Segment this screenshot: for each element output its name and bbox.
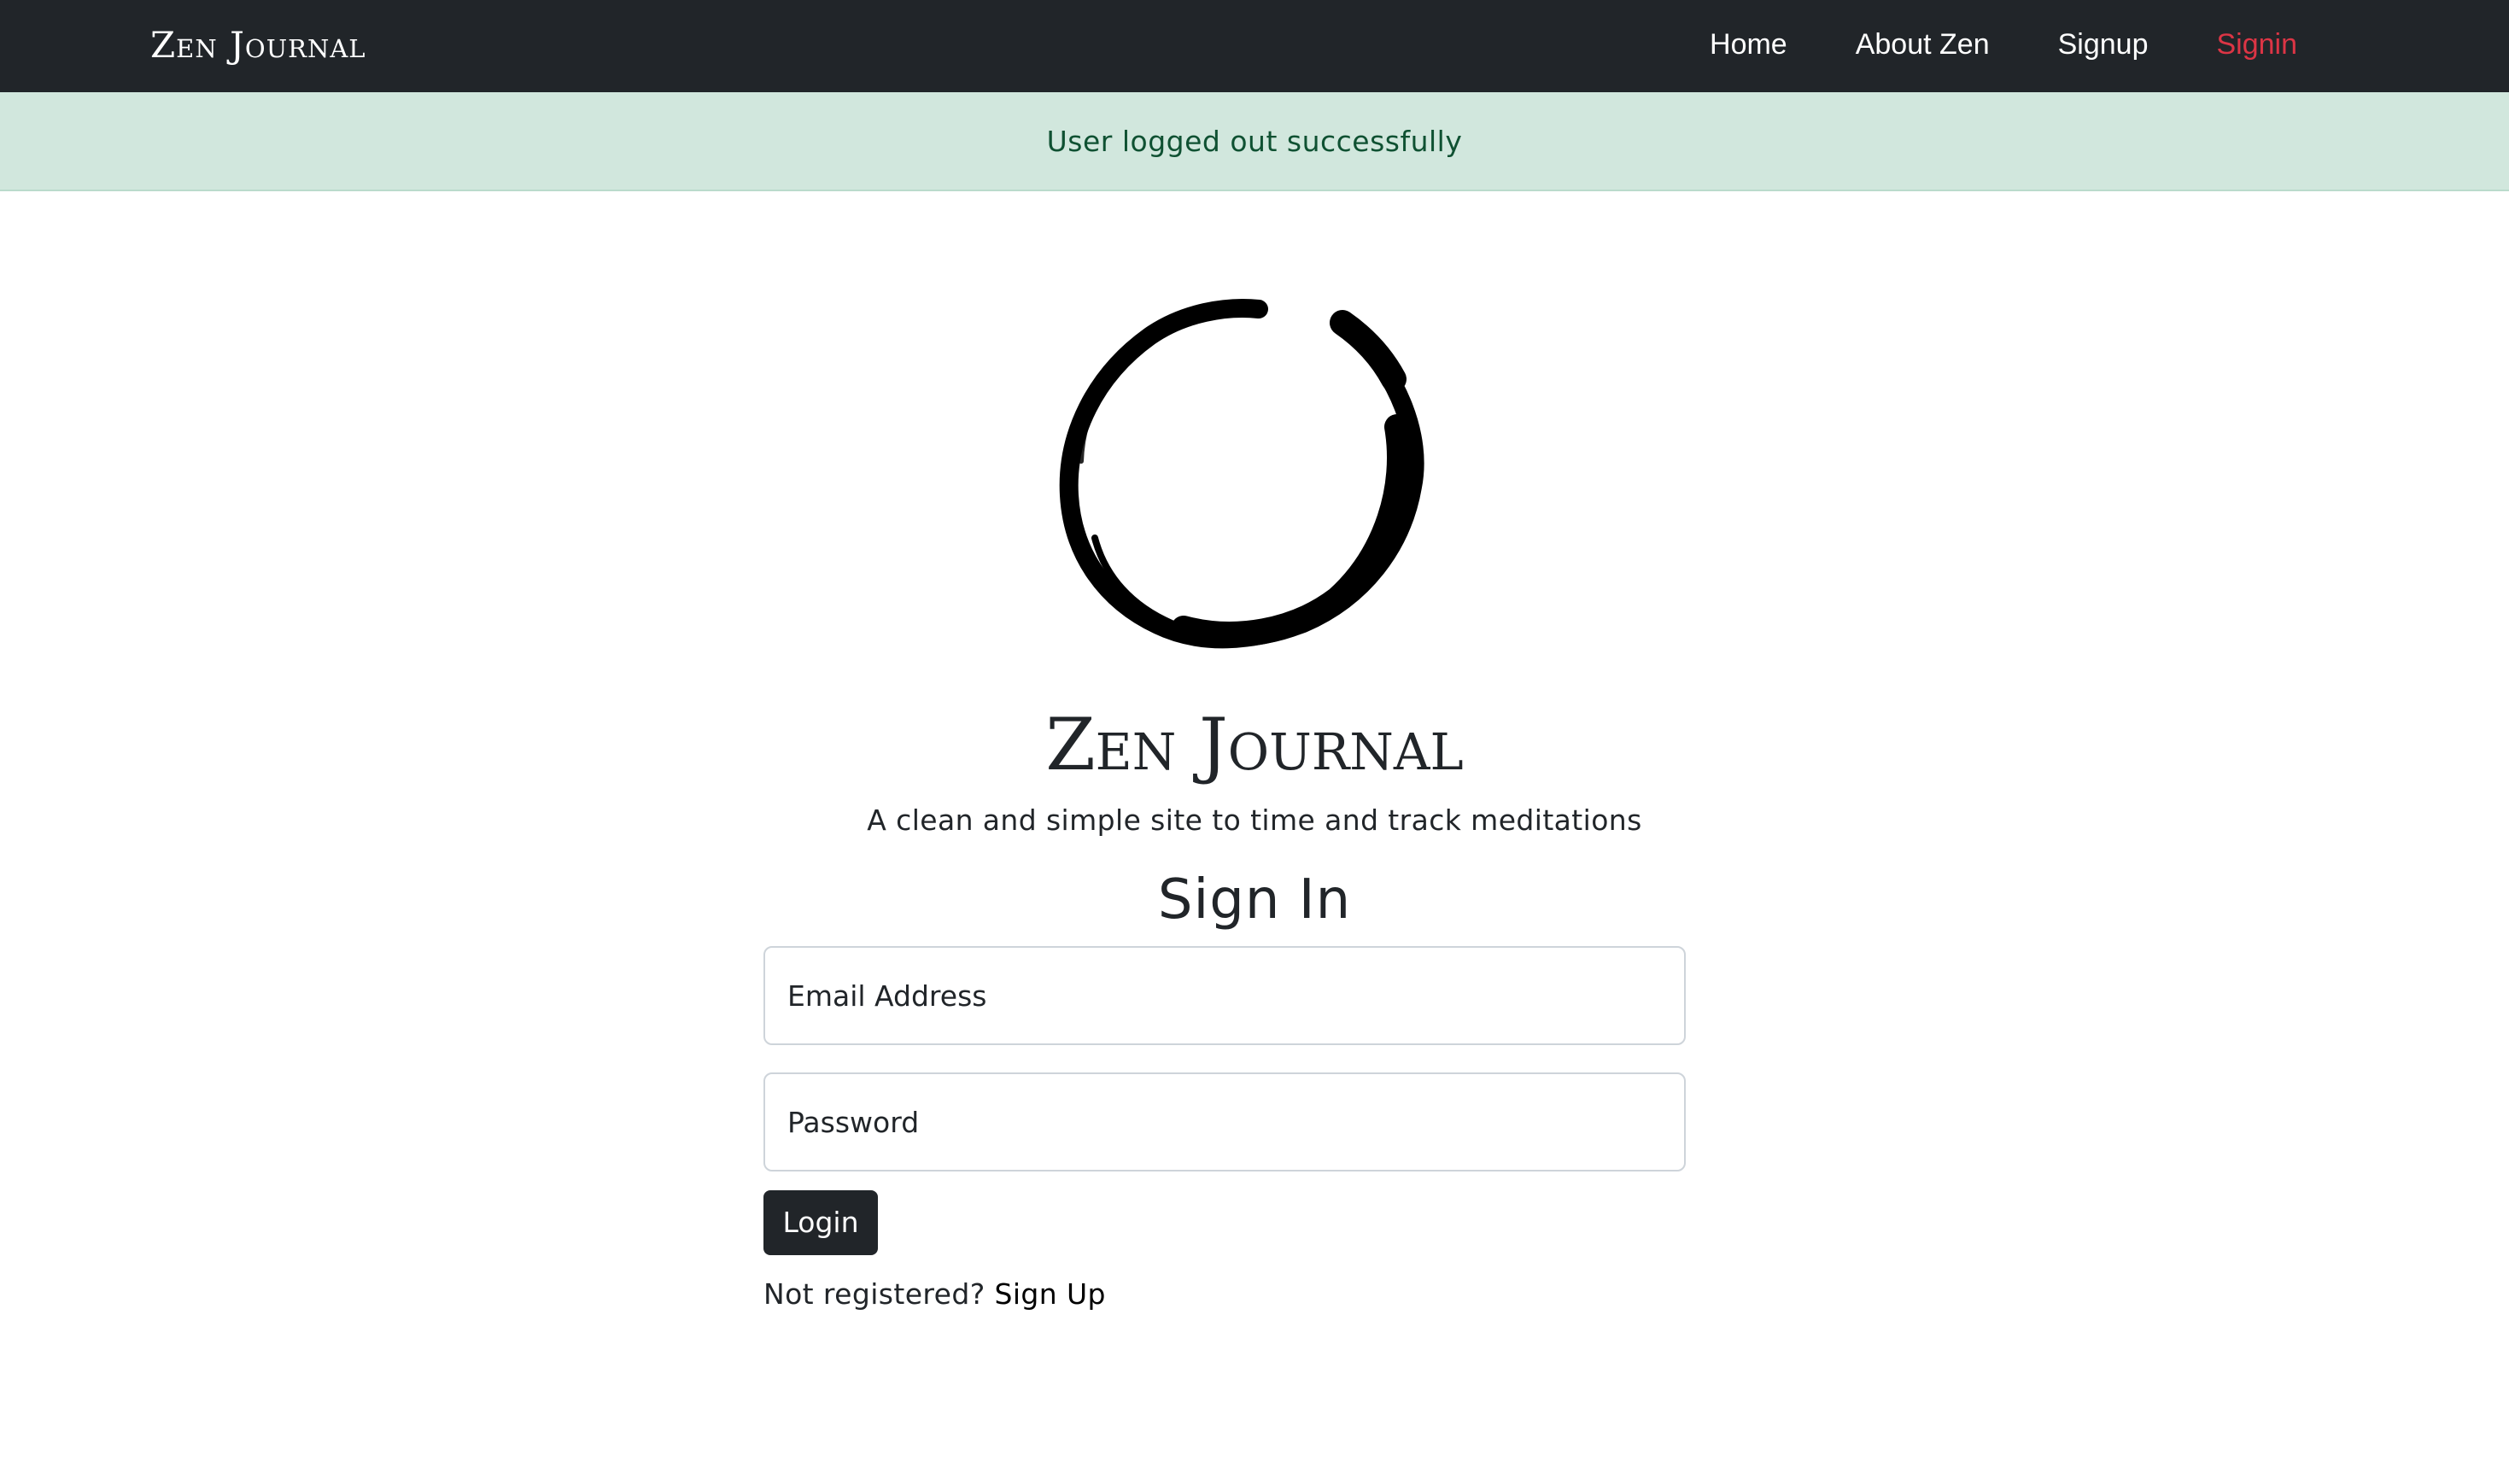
logout-success-alert: User logged out successfully <box>0 92 2509 191</box>
register-prompt-line: Not registered? Sign Up <box>763 1274 1106 1315</box>
nav-about-zen-link[interactable]: About Zen <box>1856 26 1990 63</box>
password-field[interactable] <box>763 1072 1686 1171</box>
site-title: Zen Journal <box>1045 703 1464 786</box>
site-tagline: A clean and simple site to time and trac… <box>867 803 1642 837</box>
nav-home-link[interactable]: Home <box>1710 26 1787 63</box>
brand-link[interactable]: Zen Journal <box>150 24 366 67</box>
login-button[interactable]: Login <box>763 1190 878 1255</box>
top-navbar: Zen Journal Home About Zen Signup Signin <box>0 0 2509 92</box>
register-prompt-text: Not registered? <box>763 1277 985 1311</box>
signin-heading: Sign In <box>1157 868 1352 932</box>
nav-links: Home About Zen Signup Signin <box>1710 26 2297 63</box>
email-field[interactable] <box>763 946 1686 1045</box>
enso-circle-icon <box>1059 299 1424 649</box>
nav-signup-link[interactable]: Signup <box>2058 26 2149 63</box>
sign-up-link[interactable]: Sign Up <box>995 1277 1106 1311</box>
alert-message: User logged out successfully <box>1046 125 1463 158</box>
nav-signin-link[interactable]: Signin <box>2216 26 2297 63</box>
